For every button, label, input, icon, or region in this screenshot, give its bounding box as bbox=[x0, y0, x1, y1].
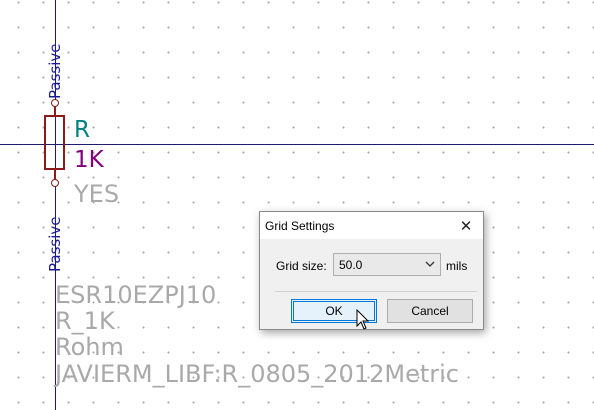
resistor-symbol[interactable] bbox=[44, 115, 65, 170]
pin-bottom-label: Passive bbox=[46, 216, 64, 272]
schematic-canvas[interactable]: Passive Passive R 1K YES ESR10EZPJ10 R_1… bbox=[0, 0, 594, 410]
pin-top-endpoint[interactable] bbox=[51, 99, 59, 107]
close-icon: ✕ bbox=[459, 217, 473, 235]
mouse-cursor-icon bbox=[356, 309, 370, 330]
cancel-button-label: Cancel bbox=[411, 304, 449, 318]
field-footprint: JAVIERM_LIBF:R_0805_2012Metric bbox=[55, 360, 459, 388]
value-field[interactable]: 1K bbox=[74, 147, 104, 173]
crosshair-horizontal bbox=[0, 144, 594, 145]
field-part-number: ESR10EZPJ10 bbox=[55, 281, 217, 309]
cancel-button[interactable]: Cancel bbox=[387, 299, 473, 323]
dialog-separator bbox=[275, 291, 477, 292]
chevron-down-icon bbox=[425, 261, 435, 267]
field-name: R_1K bbox=[55, 307, 115, 335]
grid-settings-dialog: Grid Settings ✕ Grid size: 50.0 mils OK … bbox=[259, 211, 484, 330]
grid-size-select[interactable]: 50.0 bbox=[333, 253, 441, 276]
grid-size-label: Grid size: bbox=[276, 259, 327, 273]
dialog-titlebar[interactable]: Grid Settings ✕ bbox=[260, 212, 483, 239]
field-manufacturer: Rohm bbox=[55, 333, 124, 361]
reference-designator[interactable]: R bbox=[74, 117, 90, 143]
dialog-title: Grid Settings bbox=[265, 219, 335, 233]
ok-button-label: OK bbox=[325, 304, 343, 318]
grid-size-unit: mils bbox=[446, 259, 468, 273]
close-button[interactable]: ✕ bbox=[449, 212, 483, 239]
field-yes: YES bbox=[74, 180, 120, 208]
pin-top-label: Passive bbox=[46, 43, 64, 99]
pin-bottom-endpoint[interactable] bbox=[51, 179, 59, 187]
grid-size-value: 50.0 bbox=[339, 258, 363, 272]
